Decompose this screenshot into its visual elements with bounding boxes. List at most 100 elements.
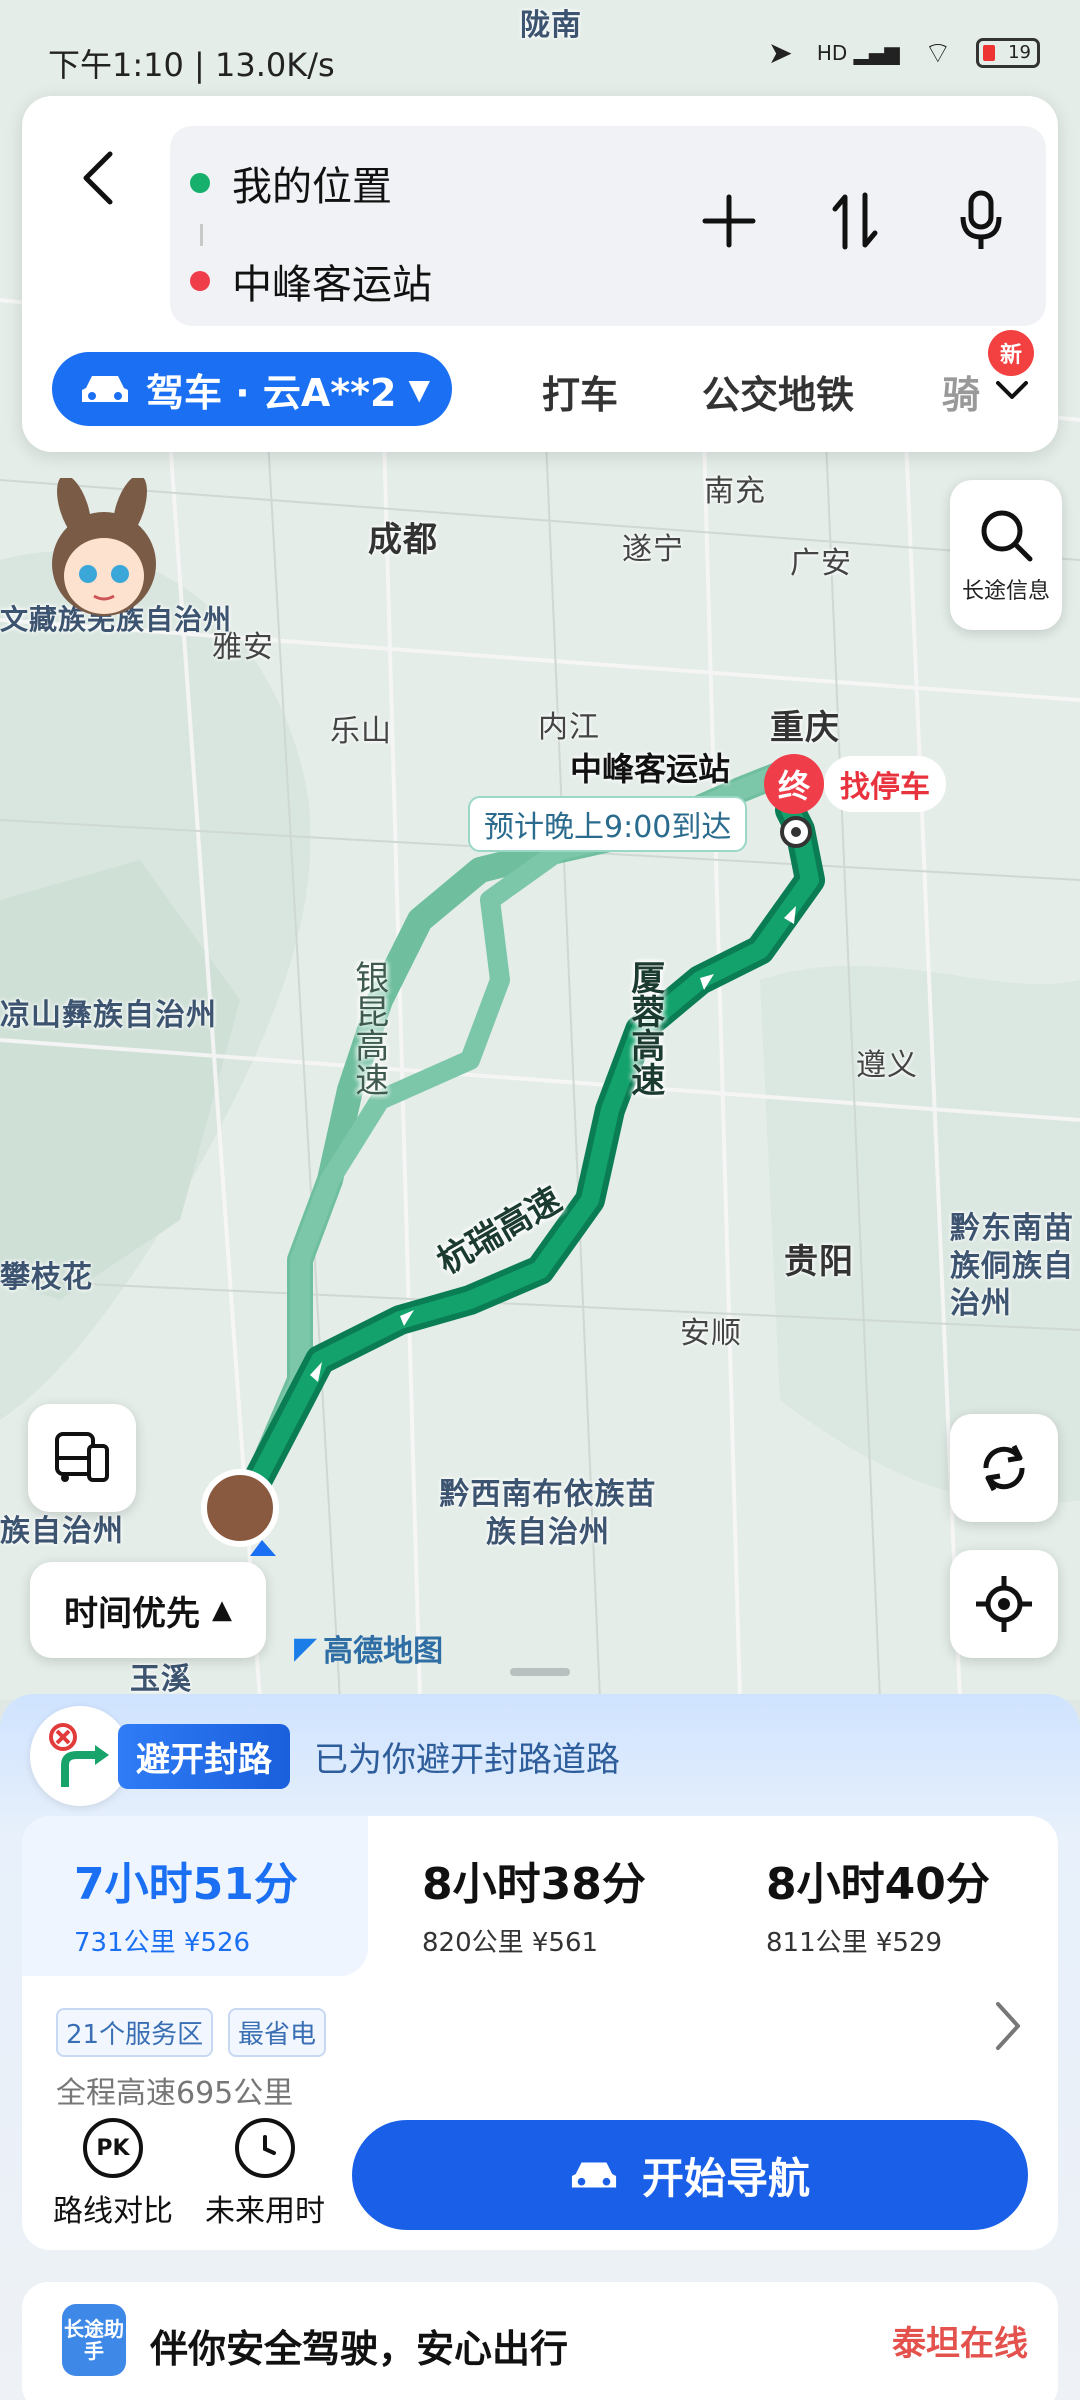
swap-route-button[interactable] xyxy=(820,186,890,256)
assistant-icon: 长途助手 xyxy=(62,2304,126,2376)
road-label: 厦蓉高速 xyxy=(624,960,665,1096)
route-distance-cost: 820公里 ¥561 xyxy=(422,1928,599,1958)
amap-arrow-icon: ◤ xyxy=(294,1630,318,1666)
origin-dot-icon xyxy=(190,173,210,193)
city-label: 重庆 xyxy=(770,708,840,748)
avoid-closure-text: 已为你避开封路道路 xyxy=(314,1739,620,1780)
tab-taxi[interactable]: 打车 xyxy=(542,364,618,419)
assistant-text: 伴你安全驾驶，安心出行 xyxy=(150,2327,569,2371)
future-time-button[interactable]: 未来用时 xyxy=(190,2118,340,2230)
destination-pin[interactable]: 终 xyxy=(764,754,824,814)
tab-transit[interactable]: 公交地铁 xyxy=(702,364,854,419)
refresh-route-button[interactable] xyxy=(950,1414,1058,1522)
city-label: 遂宁 xyxy=(622,532,684,567)
eta-tag: 预计晚上9:00到达 xyxy=(468,796,748,852)
microphone-icon xyxy=(960,190,1002,249)
route-distance-cost: 811公里 ¥529 xyxy=(766,1928,943,1958)
more-modes-button[interactable]: 新 xyxy=(982,330,1042,420)
route-inputs: 我的位置 中峰客运站 xyxy=(170,126,1046,326)
destination-field[interactable]: 中峰客运站 xyxy=(190,236,432,326)
battery-icon: 19 xyxy=(976,38,1040,68)
back-button[interactable] xyxy=(58,138,138,218)
route-sheet: 避开封路 已为你避开封路道路 7小时51分 731公里 ¥526 8小时38分 … xyxy=(0,1694,1080,2400)
region-label: 族自治州 xyxy=(0,1514,124,1549)
find-parking-button[interactable]: 找停车 xyxy=(824,756,946,812)
voice-input-button[interactable] xyxy=(946,186,1016,256)
tab-drive-label: 驾车 · 云A**2 xyxy=(146,370,397,415)
city-label: 贵阳 xyxy=(784,1242,854,1282)
route-details-button[interactable] xyxy=(988,1996,1028,2056)
city-label: 成都 xyxy=(368,520,438,560)
region-label: 攀枝花 xyxy=(0,1260,93,1295)
clock-icon xyxy=(235,2118,295,2178)
sheet-drag-handle[interactable] xyxy=(510,1668,570,1676)
status-bar: 下午1:10 | 13.0K/s ➤ HD ▂▄▆ ⌔ 19 xyxy=(0,0,1080,100)
tab-ride[interactable]: 骑 xyxy=(942,364,980,419)
route-actions xyxy=(694,186,1016,256)
swap-icon xyxy=(832,192,878,250)
route-priority-label: 时间优先 xyxy=(64,1593,200,1634)
car-icon xyxy=(571,2162,617,2188)
route-duration: 8小时38分 xyxy=(422,1859,646,1910)
saving-tag: 最省电 xyxy=(228,2008,327,2057)
wifi-icon: ⌔ xyxy=(923,36,952,71)
road-closed-icon xyxy=(30,1706,130,1806)
amap-logo: ◤ 高德地图 xyxy=(294,1630,444,1670)
new-badge: 新 xyxy=(988,330,1034,376)
route-duration: 7小时51分 xyxy=(74,1859,298,1910)
route-option-2[interactable]: 8小时38分 820公里 ¥561 xyxy=(422,1848,646,1959)
region-label: 黔西南布依族苗族自治州 xyxy=(439,1477,657,1550)
route-compare-label: 路线对比 xyxy=(53,2194,173,2229)
back-arrow-icon xyxy=(83,151,113,205)
road-label: 银昆高速 xyxy=(348,960,389,1096)
avatar-icon xyxy=(52,475,156,616)
travel-mode-tabs: 驾车 · 云A**2 ▼ 打车 公交地铁 骑 新 xyxy=(52,330,1052,428)
route-option-3[interactable]: 8小时40分 811公里 ¥529 xyxy=(766,1848,990,1959)
highway-note: 全程高速695公里 xyxy=(56,2076,294,2111)
avoid-closure-badge: 避开封路 xyxy=(118,1723,290,1789)
long-trip-assistant-card[interactable]: 长途助手 伴你安全驾驶，安心出行 泰坦在线 xyxy=(22,2282,1058,2400)
location-icon: ➤ xyxy=(767,35,793,71)
route-option-1[interactable]: 7小时51分 731公里 ¥526 xyxy=(74,1848,298,1959)
car-icon xyxy=(82,376,128,402)
start-navigation-button[interactable]: 开始导航 xyxy=(352,2120,1028,2230)
locate-me-button[interactable] xyxy=(950,1550,1058,1658)
city-label: 广安 xyxy=(790,546,852,581)
route-distance-cost: 731公里 ¥526 xyxy=(74,1928,251,1958)
destination-label: 中峰客运站 xyxy=(570,750,731,788)
status-icons: ➤ HD ▂▄▆ ⌔ 19 xyxy=(768,34,1040,72)
long-trip-info-button[interactable]: 长途信息 xyxy=(950,480,1062,630)
tab-drive[interactable]: 驾车 · 云A**2 ▼ xyxy=(52,352,452,426)
chevron-down-icon xyxy=(996,381,1028,399)
traffic-view-button[interactable] xyxy=(28,1404,136,1512)
future-time-label: 未来用时 xyxy=(205,2194,325,2229)
add-stop-button[interactable] xyxy=(694,186,764,256)
route-priority-button[interactable]: 时间优先 ▲ xyxy=(30,1562,266,1658)
city-label: 遵义 xyxy=(856,1048,918,1083)
bus-traffic-icon xyxy=(55,1432,109,1482)
avoid-closure-banner[interactable]: 避开封路 已为你避开封路道路 xyxy=(30,1706,620,1806)
origin-field[interactable]: 我的位置 xyxy=(190,138,392,228)
long-trip-info-label: 长途信息 xyxy=(961,579,1050,604)
service-area-tag: 21个服务区 xyxy=(56,2008,214,2057)
pk-icon: PK xyxy=(83,2118,143,2178)
route-compare-button[interactable]: PK 路线对比 xyxy=(38,2118,188,2230)
watermark-logo: 泰坦在线 xyxy=(892,2324,1028,2364)
start-navigation-label: 开始导航 xyxy=(641,2153,810,2203)
chevron-up-icon: ▲ xyxy=(212,1595,232,1625)
chevron-down-icon: ▼ xyxy=(408,372,431,406)
city-label: 安顺 xyxy=(680,1316,742,1351)
signal-icon: HD ▂▄▆ xyxy=(816,41,900,65)
destination-dot-icon xyxy=(190,271,210,291)
chevron-right-icon xyxy=(996,2002,1020,2050)
destination-text: 中峰客运站 xyxy=(232,262,432,308)
city-label: 内江 xyxy=(538,710,600,745)
route-duration: 8小时40分 xyxy=(766,1859,990,1910)
avatar[interactable] xyxy=(34,475,174,628)
city-label: 乐山 xyxy=(330,714,392,749)
route-options-card: 7小时51分 731公里 ¥526 8小时38分 820公里 ¥561 8小时4… xyxy=(22,1816,1058,2250)
city-label: 南充 xyxy=(704,474,766,509)
locate-icon xyxy=(976,1576,1032,1632)
search-icon xyxy=(981,510,1033,562)
status-time: 下午1:10 | 13.0K/s xyxy=(48,46,335,84)
